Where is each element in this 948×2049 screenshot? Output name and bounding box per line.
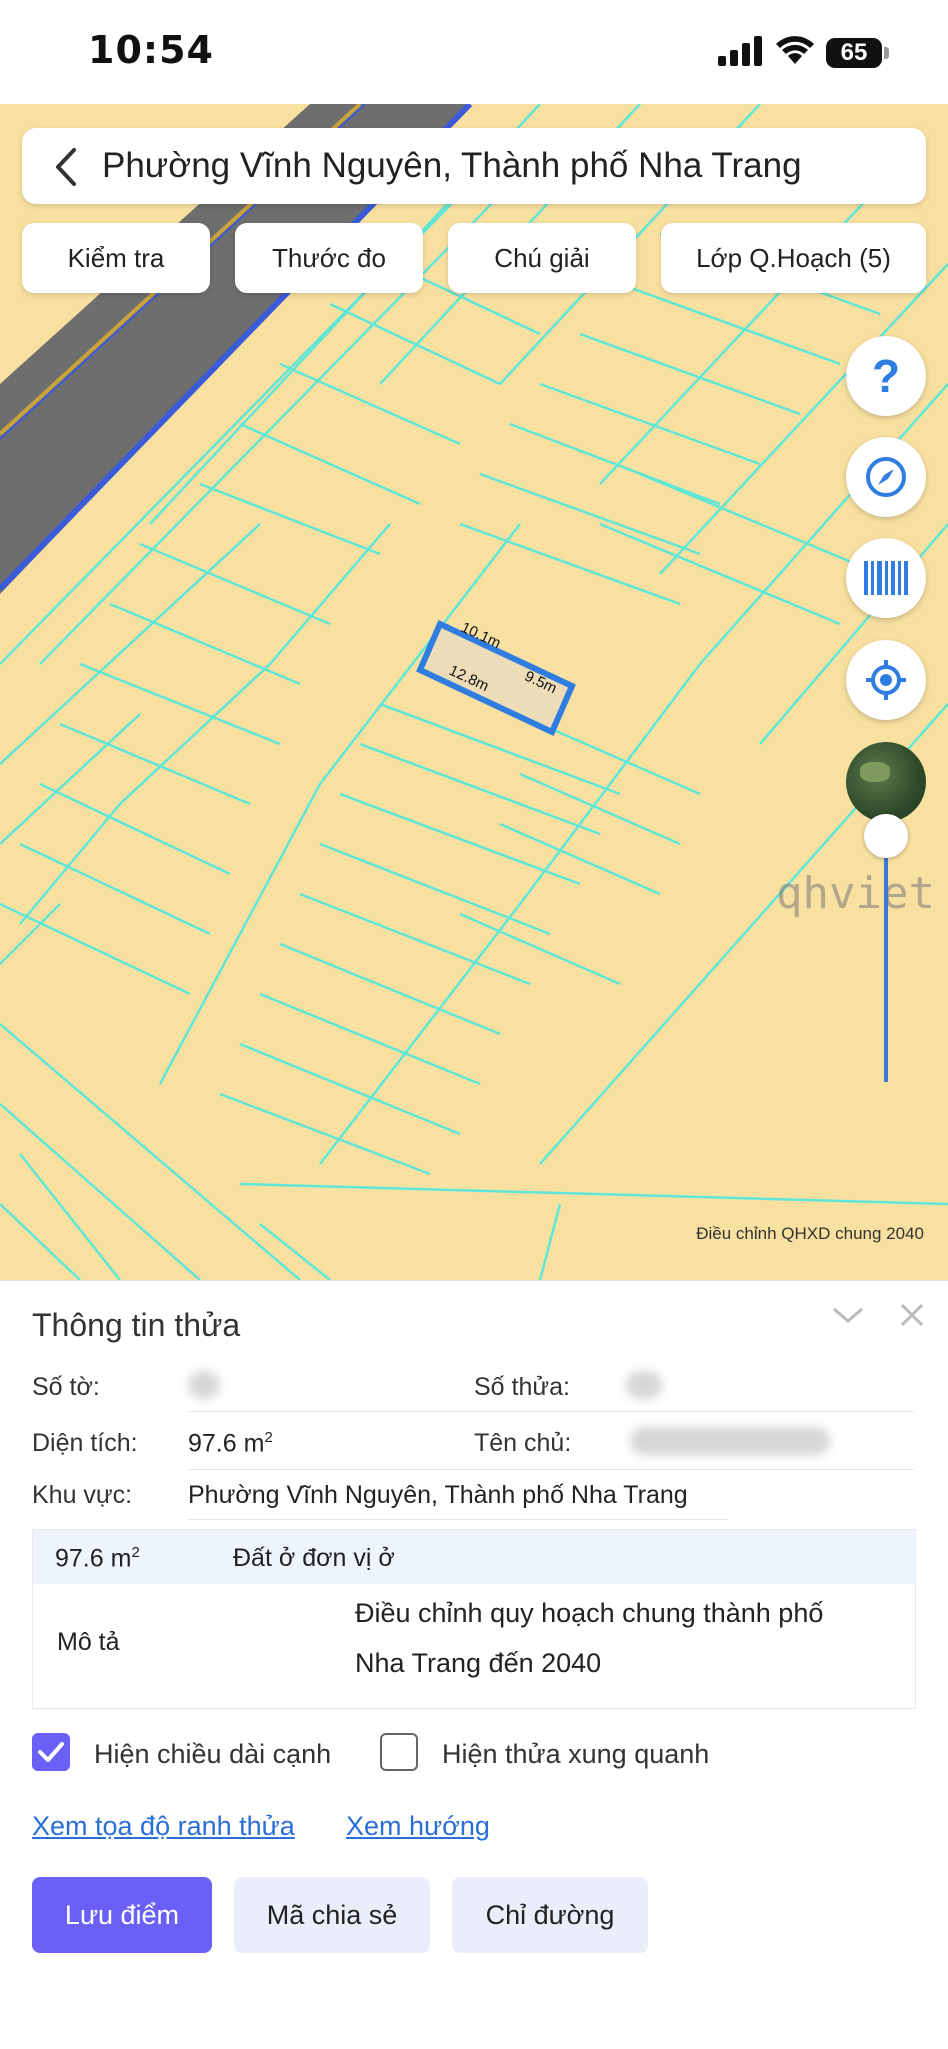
- locate-me-button[interactable]: [846, 640, 926, 720]
- row-divider: [188, 1411, 914, 1412]
- close-icon[interactable]: [898, 1301, 926, 1329]
- area-label: Diện tích:: [32, 1429, 138, 1457]
- owner-redacted: [630, 1427, 830, 1455]
- location-search-bar[interactable]: Phường Vĩnh Nguyên, Thành phố Nha Trang: [22, 128, 926, 204]
- plot-number-label: Số thửa:: [474, 1373, 570, 1401]
- view-direction-link[interactable]: Xem hướng: [346, 1811, 490, 1842]
- chevron-down-icon[interactable]: [830, 1303, 866, 1327]
- parcel-info-panel: Thông tin thửa Số tờ: Số thửa: Diện tích…: [0, 1280, 948, 2049]
- sheet-number-redacted: [188, 1371, 220, 1399]
- row-divider: [188, 1469, 914, 1470]
- panel-title: Thông tin thửa: [32, 1307, 241, 1343]
- show-neighbors-checkbox[interactable]: [380, 1733, 418, 1771]
- barcode-button[interactable]: [846, 538, 926, 618]
- show-edge-length-label: Hiện chiều dài cạnh: [94, 1739, 332, 1769]
- opacity-slider-track[interactable]: [884, 836, 888, 1082]
- view-boundary-coords-link[interactable]: Xem tọa độ ranh thửa: [32, 1811, 295, 1842]
- description-line-2: Nha Trang đến 2040: [355, 1648, 602, 1678]
- land-use-table: 97.6 m2 Đất ở đơn vị ở Mô tả Điều chỉnh …: [32, 1529, 916, 1709]
- cellular-signal-icon: [718, 36, 762, 66]
- battery-level: 65: [826, 38, 882, 68]
- back-arrow-icon[interactable]: [52, 146, 78, 188]
- measure-button[interactable]: Thước đo: [235, 223, 423, 293]
- description-line-1: Điều chỉnh quy hoạch chung thành phố: [355, 1598, 824, 1628]
- description-label: Mô tả: [57, 1628, 120, 1656]
- region-label: Khu vực:: [32, 1481, 133, 1509]
- owner-label: Tên chủ:: [474, 1429, 572, 1457]
- region-value: Phường Vĩnh Nguyên, Thành phố Nha Trang: [188, 1481, 688, 1509]
- satellite-layer-icon: [860, 762, 890, 782]
- satellite-layer-button[interactable]: [846, 742, 926, 822]
- sheet-number-label: Số tờ:: [32, 1373, 100, 1401]
- help-icon: ?: [871, 350, 901, 402]
- compass-icon: [866, 457, 906, 497]
- land-use-type: Đất ở đơn vị ở: [233, 1544, 395, 1572]
- map-credit: Điều chỉnh QHXD chung 2040: [696, 1224, 924, 1243]
- checkmark-icon: [38, 1742, 64, 1762]
- status-bar: 10:54 65: [0, 0, 948, 104]
- opacity-slider-handle[interactable]: [864, 814, 908, 858]
- check-button[interactable]: Kiểm tra: [22, 223, 210, 293]
- land-use-area: 97.6 m2: [55, 1544, 140, 1573]
- help-button[interactable]: ?: [846, 336, 926, 416]
- map-watermark: qhviet: [776, 868, 935, 919]
- barcode-icon: [864, 561, 908, 595]
- wifi-icon: [776, 36, 814, 64]
- land-use-row: 97.6 m2 Đất ở đơn vị ở: [33, 1530, 915, 1584]
- share-code-button[interactable]: Mã chia sẻ: [234, 1877, 430, 1953]
- plot-number-redacted: [626, 1371, 662, 1399]
- show-neighbors-label: Hiện thửa xung quanh: [442, 1739, 710, 1769]
- legend-button[interactable]: Chú giải: [448, 223, 636, 293]
- battery-icon: [884, 47, 889, 59]
- show-edge-length-checkbox[interactable]: [32, 1733, 70, 1771]
- compass-button[interactable]: [846, 437, 926, 517]
- area-value: 97.6 m2: [188, 1429, 273, 1458]
- locate-icon: [866, 660, 906, 700]
- row-divider: [188, 1519, 728, 1520]
- save-point-button[interactable]: Lưu điểm: [32, 1877, 212, 1953]
- planning-layer-button[interactable]: Lớp Q.Hoạch (5): [661, 223, 926, 293]
- directions-button[interactable]: Chỉ đường: [452, 1877, 648, 1953]
- location-title: Phường Vĩnh Nguyên, Thành phố Nha Trang: [102, 146, 802, 185]
- status-time: 10:54: [88, 28, 214, 72]
